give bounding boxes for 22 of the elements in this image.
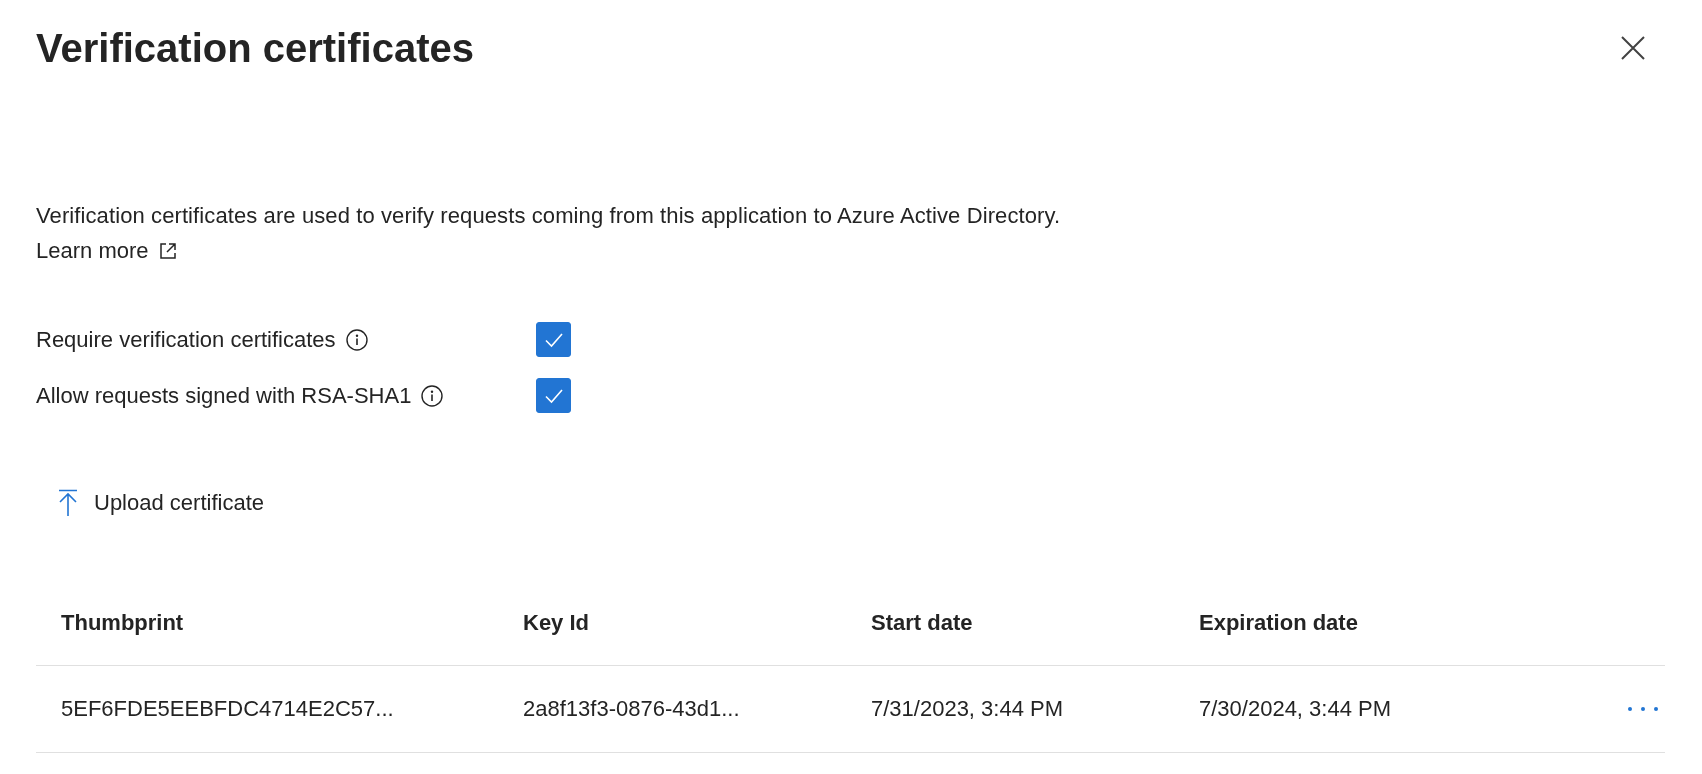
option-label: Allow requests signed with RSA-SHA1: [36, 382, 412, 409]
info-icon[interactable]: [421, 384, 444, 407]
checkbox[interactable]: [536, 378, 571, 413]
table-cell-text: 5EF6FDE5EEBFDC4714E2C57...: [61, 696, 395, 722]
column-header: Expiration date: [1199, 610, 1359, 636]
column-header: Start date: [871, 610, 974, 636]
column-header: Thumbprint: [61, 610, 185, 636]
upload-button[interactable]: Upload certificate: [58, 489, 264, 517]
info-icon[interactable]: [345, 328, 368, 351]
column-header: Key Id: [523, 610, 591, 636]
panel-title: Verification certificates: [36, 25, 474, 72]
upload-icon: [58, 489, 78, 517]
table-cell-text: 2a8f13f3-0876-43d1...: [523, 696, 741, 722]
close-button[interactable]: [1620, 35, 1646, 61]
checkbox[interactable]: [536, 322, 571, 357]
ellipsis-icon: [1627, 706, 1659, 712]
external-link-icon: [158, 242, 177, 260]
learn-more-link[interactable]: Learn more: [36, 238, 177, 264]
option-label: Require verification certificates: [36, 326, 336, 353]
description-text: Verification certificates are used to verify requests coming from this application to Azure Active Directory.: [36, 202, 1062, 230]
table-cell-text: 7/31/2023, 3:44 PM: [871, 696, 1065, 722]
table-cell-text: 7/30/2024, 3:44 PM: [1199, 696, 1393, 722]
